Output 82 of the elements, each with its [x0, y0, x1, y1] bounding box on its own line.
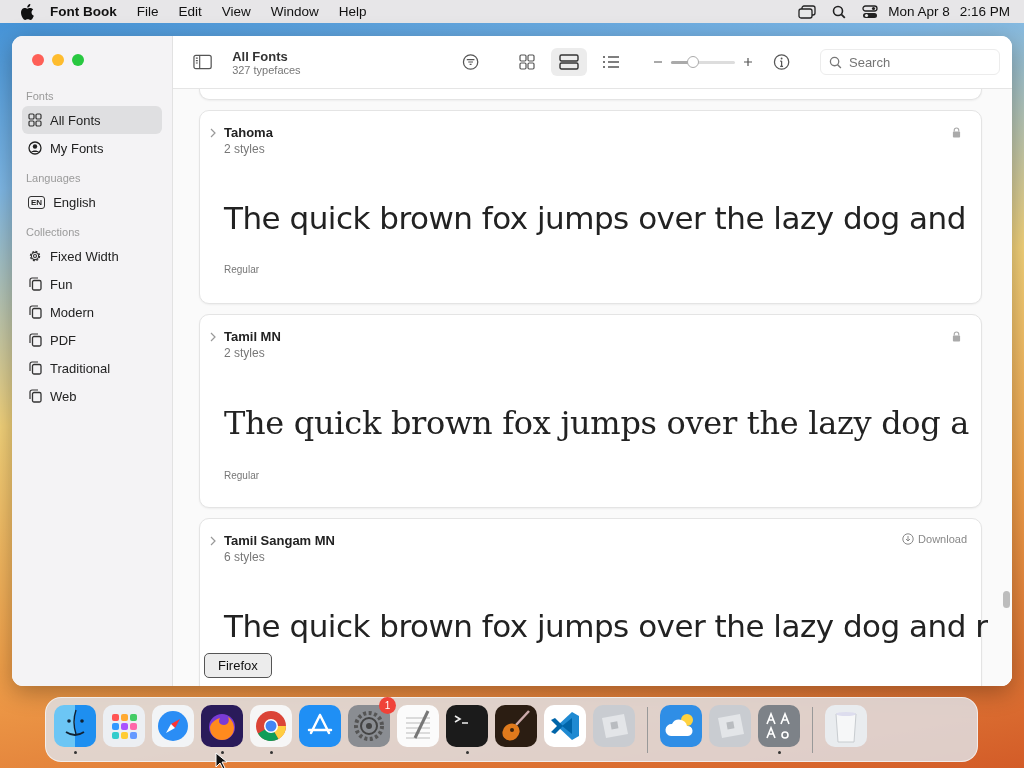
language-badge: EN	[28, 195, 46, 209]
sidebar-item[interactable]: Modern	[22, 298, 162, 326]
menu-item[interactable]: Window	[270, 4, 319, 19]
terminal-icon[interactable]	[446, 705, 488, 747]
color-ring-icon[interactable]	[250, 705, 292, 747]
close-button[interactable]	[32, 54, 44, 66]
letter-a-icon[interactable]	[299, 705, 341, 747]
menu-item[interactable]: View	[221, 4, 251, 19]
font-name: Tamil MN	[224, 329, 282, 344]
plus-icon[interactable]	[742, 57, 753, 67]
download-button[interactable]: Download	[902, 533, 967, 545]
font-sample-text: The quick brown fox jumps over the lazy dog and r	[224, 608, 988, 644]
style-count: 2 styles	[224, 346, 266, 360]
app-grid-icon[interactable]	[103, 705, 145, 747]
grid-icon	[28, 113, 42, 127]
style-count: 6 styles	[224, 550, 266, 564]
stacked-squares-icon	[28, 305, 42, 319]
chevron-icon[interactable]	[210, 536, 216, 546]
sidebar-item[interactable]: My Fonts	[22, 134, 162, 162]
sidebar-item[interactable]: Traditional	[22, 354, 162, 382]
menu-bar-time[interactable]: 2:16 PM	[959, 4, 1010, 19]
sidebar-item[interactable]: All Fonts	[22, 106, 162, 134]
toggles-icon[interactable]	[862, 4, 879, 19]
lock-icon	[952, 331, 961, 342]
apple-logo-icon[interactable]	[20, 3, 34, 20]
code-icon[interactable]	[544, 705, 586, 747]
font-card[interactable]: Tamil MN 2 styles The quick brown fox jumps over the lazy dog a Regular	[199, 314, 982, 508]
scrollbar-thumb[interactable]	[1003, 591, 1010, 608]
font-sample-text: The quick brown fox jumps over the lazy dog and	[224, 200, 966, 236]
compass-icon[interactable]	[152, 705, 194, 747]
sample-view-button[interactable]	[550, 48, 587, 76]
stacked-squares-icon	[28, 361, 42, 375]
rows-icon	[558, 53, 579, 71]
font-card[interactable]: Tahoma 2 styles The quick brown fox jumps over the lazy dog and Regular	[199, 110, 982, 304]
chevron-icon[interactable]	[210, 128, 216, 138]
stacked-squares-icon	[28, 277, 42, 291]
person-icon	[28, 141, 42, 155]
menu-item[interactable]: Help	[338, 4, 367, 19]
font-name: Tamil Sangam MN	[224, 533, 336, 548]
cloud-sun-icon[interactable]	[660, 705, 702, 747]
fox-globe-icon[interactable]	[201, 705, 243, 747]
guitar-icon[interactable]	[495, 705, 537, 747]
screens-icon[interactable]	[798, 4, 817, 19]
info-icon[interactable]	[772, 53, 790, 71]
app-menu[interactable]: Font Book	[50, 4, 117, 19]
style-count: 2 styles	[224, 142, 266, 156]
menu-item[interactable]: File	[136, 4, 159, 19]
lock-icon	[952, 127, 961, 138]
font-sample-text: The quick brown fox jumps over the lazy dog a	[224, 404, 970, 442]
menu-bar-date[interactable]: Mon Apr 8	[888, 4, 950, 19]
sidebar-item[interactable]: Web	[22, 382, 162, 410]
gear-icon	[28, 249, 42, 263]
view-title: All Fonts	[232, 48, 289, 64]
sidebar-item[interactable]: EN English	[22, 188, 162, 216]
list-icon	[600, 53, 621, 71]
sidebar-section-title: Fonts	[26, 90, 55, 102]
download-icon	[902, 533, 915, 545]
sidebar-toggle-icon[interactable]	[193, 54, 213, 70]
font-name: Tahoma	[224, 125, 274, 140]
notification-badge: 1	[379, 697, 396, 714]
stacked-squares-icon	[28, 333, 42, 347]
sidebar-item[interactable]: Fixed Width	[22, 242, 162, 270]
stacked-squares-icon	[28, 389, 42, 403]
smiling-face-icon[interactable]	[54, 705, 96, 747]
filter-icon[interactable]	[461, 53, 479, 71]
zoom-button[interactable]	[72, 54, 84, 66]
notepad-icon[interactable]	[397, 705, 439, 747]
tooltip: Firefox	[204, 653, 272, 678]
style-name: Regular	[224, 264, 260, 275]
style-name: Regular	[224, 470, 260, 481]
search-icon[interactable]	[832, 4, 847, 19]
grid-icon	[517, 53, 536, 71]
sidebar-item[interactable]: Fun	[22, 270, 162, 298]
sidebar-item[interactable]: PDF	[22, 326, 162, 354]
sidebar-section-title: Collections	[26, 226, 81, 238]
typeface-count: 327 typefaces	[232, 63, 302, 76]
search-field[interactable]: Search	[820, 49, 1000, 75]
chevron-icon[interactable]	[210, 332, 216, 342]
sidebar-section-title: Languages	[26, 172, 82, 184]
menu-item[interactable]: Edit	[178, 4, 202, 19]
size-slider-thumb[interactable]	[687, 55, 700, 68]
letters-icon[interactable]	[758, 705, 800, 747]
